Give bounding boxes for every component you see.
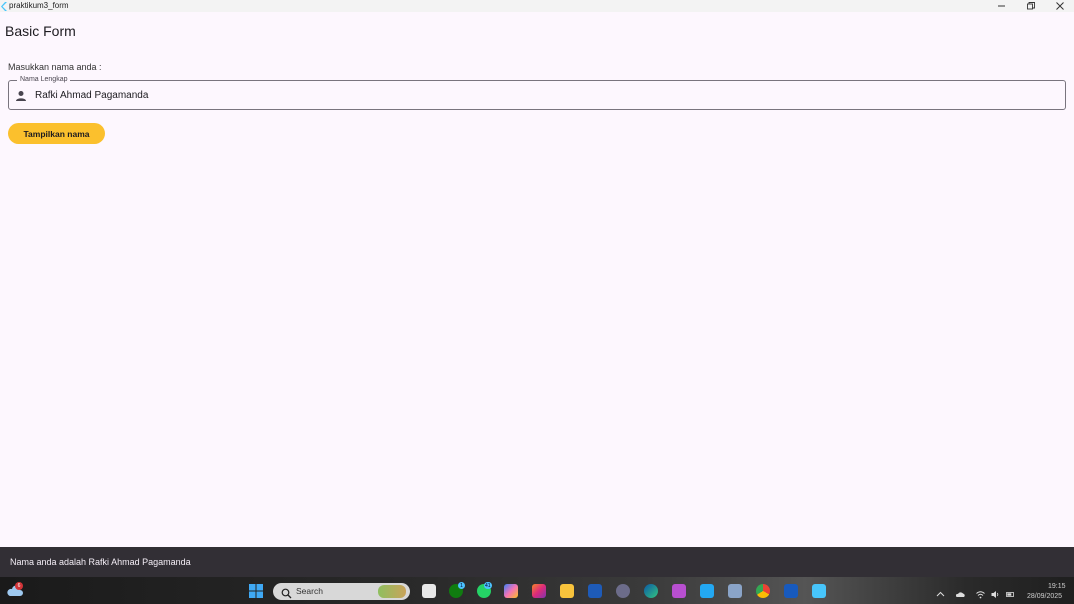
weather-badge: 6 [15,582,23,590]
restore-button[interactable] [1016,0,1045,12]
battery-icon[interactable] [1006,586,1015,597]
minimize-icon [997,5,1006,7]
word-icon[interactable] [784,584,798,598]
person-icon [15,89,27,101]
start-icon[interactable] [249,584,263,598]
clock-time[interactable]: 19:15 [1048,583,1066,590]
wifi-icon[interactable] [976,586,985,599]
taskbar-search[interactable]: Search [273,583,410,600]
name-input[interactable] [35,86,1055,104]
window-titlebar: praktikum3_form [0,0,1074,12]
search-highlight-image [378,585,406,598]
close-icon [1055,2,1064,10]
edge-icon[interactable] [644,584,658,598]
app-icon[interactable] [616,584,630,598]
snackbar-message: Nama anda adalah Rafki Ahmad Pagamanda [10,557,191,567]
flutter-icon[interactable] [812,584,826,598]
windows-taskbar: 6 Search 1 41 19:15 28/09/2025 [0,577,1074,604]
close-button[interactable] [1045,0,1074,12]
volume-icon[interactable] [991,586,1000,598]
whatsapp-badge: 41 [484,582,492,589]
minimize-button[interactable] [987,0,1016,12]
page-title: Basic Form [5,23,76,39]
task-view-icon[interactable] [422,584,436,598]
vscode-icon[interactable] [700,584,714,598]
field-floating-label: Nama Lengkap [17,75,71,85]
snackbar: Nama anda adalah Rafki Ahmad Pagamanda [0,547,1074,577]
restore-icon [1026,2,1035,10]
store-icon[interactable] [588,584,602,598]
file-explorer-icon[interactable] [560,584,574,598]
copilot-icon[interactable] [504,584,518,598]
onedrive-icon[interactable] [955,586,965,597]
chevron-up-icon[interactable] [936,586,945,597]
chrome-icon[interactable] [756,584,770,598]
outlook-icon[interactable] [672,584,686,598]
search-icon [281,586,292,599]
field-caption: Masukkan nama anda : [8,62,102,72]
instagram-icon[interactable] [532,584,546,598]
flutter-app-icon [0,0,8,12]
search-placeholder: Search [296,586,323,596]
xbox-badge: 1 [458,582,465,589]
name-text-field[interactable]: Nama Lengkap [8,75,1066,110]
window-title: praktikum3_form [9,1,69,10]
show-name-button[interactable]: Tampilkan nama [8,123,105,144]
photos-icon[interactable] [728,584,742,598]
clock-date[interactable]: 28/09/2025 [1027,593,1062,600]
